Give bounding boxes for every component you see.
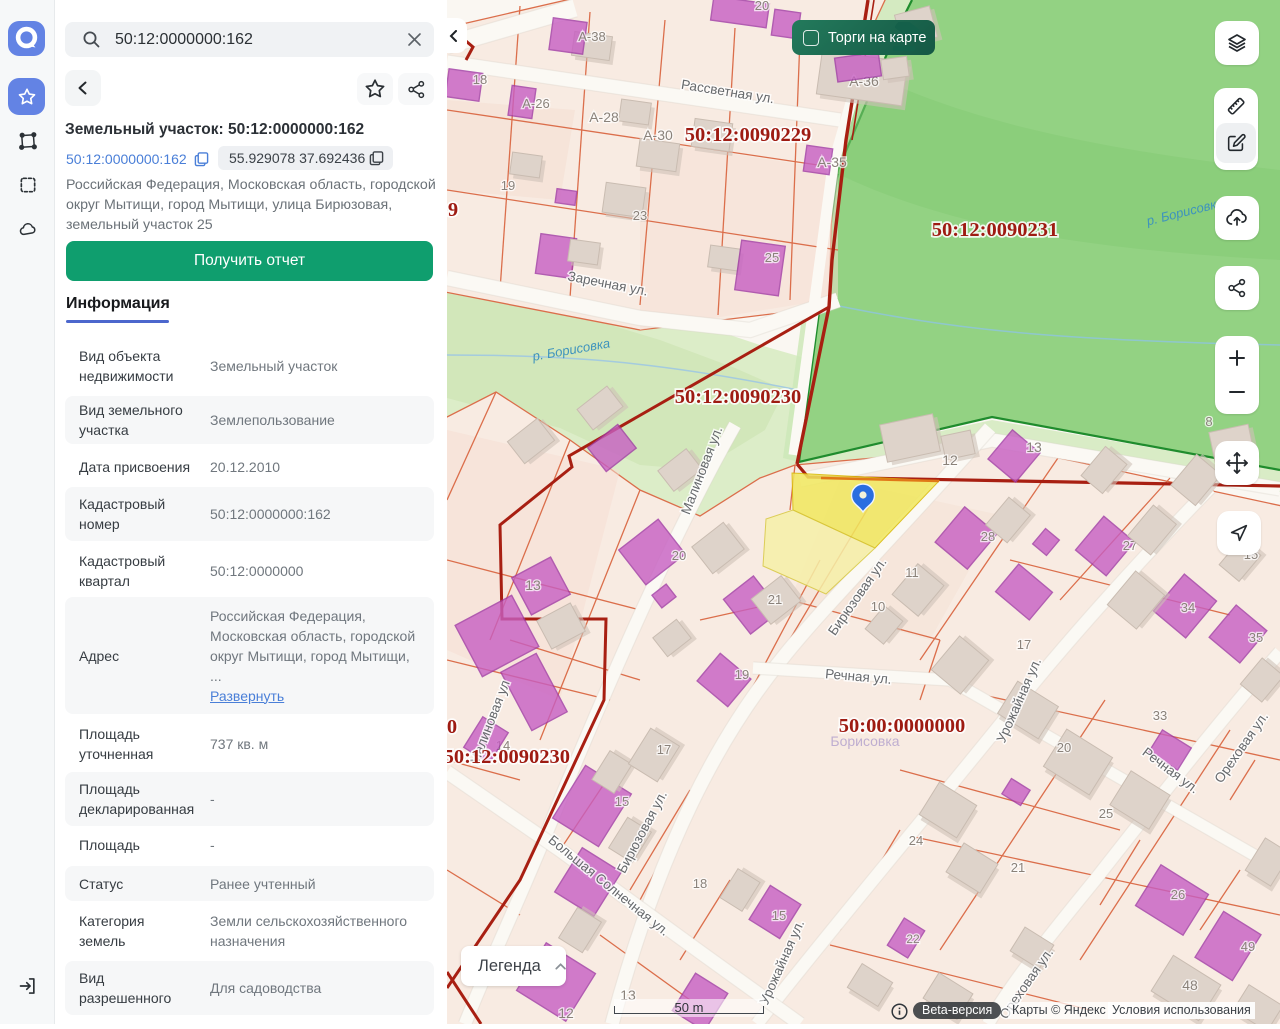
svg-text:15: 15 [615, 794, 629, 809]
svg-text:19: 19 [501, 178, 515, 193]
svg-text:50:12:0090231: 50:12:0090231 [932, 219, 1058, 241]
svg-text:19: 19 [735, 667, 749, 682]
svg-text:13: 13 [1026, 439, 1042, 455]
svg-text:50:12:0090230: 50:12:0090230 [675, 386, 801, 408]
svg-text:50:12:0090229: 50:12:0090229 [685, 124, 811, 146]
svg-text:А-35: А-35 [817, 154, 847, 170]
svg-text:24: 24 [909, 833, 923, 848]
svg-text:0: 0 [447, 716, 457, 738]
svg-text:А-28: А-28 [589, 109, 619, 125]
svg-text:26: 26 [1171, 887, 1185, 902]
svg-text:25: 25 [1099, 806, 1113, 821]
svg-text:А-30: А-30 [643, 127, 673, 143]
svg-text:23: 23 [633, 208, 647, 223]
svg-text:9: 9 [448, 199, 458, 221]
svg-text:А-26: А-26 [522, 96, 549, 111]
svg-text:А-38: А-38 [578, 29, 605, 44]
svg-text:8: 8 [1205, 414, 1212, 429]
svg-text:21: 21 [1011, 860, 1025, 875]
svg-text:34: 34 [1181, 600, 1195, 615]
svg-text:17: 17 [657, 742, 671, 757]
svg-text:12: 12 [558, 1005, 574, 1021]
svg-text:20: 20 [672, 548, 686, 563]
svg-text:33: 33 [1153, 708, 1167, 723]
svg-text:11: 11 [905, 565, 919, 580]
svg-text:20: 20 [1057, 740, 1071, 755]
svg-text:20: 20 [755, 0, 769, 13]
svg-text:10: 10 [871, 599, 885, 614]
svg-text:49: 49 [1241, 939, 1255, 954]
svg-text:18: 18 [693, 876, 707, 891]
svg-text:15: 15 [772, 908, 786, 923]
svg-text:13: 13 [525, 577, 541, 593]
svg-text:12: 12 [942, 452, 958, 468]
svg-text:48: 48 [1182, 977, 1198, 993]
svg-text:18: 18 [473, 72, 487, 87]
svg-text:17: 17 [1017, 637, 1031, 652]
svg-text:35: 35 [1249, 630, 1263, 645]
svg-text:50:12:0090230: 50:12:0090230 [447, 746, 570, 768]
svg-text:22: 22 [906, 932, 920, 946]
svg-text:50:00:0000000: 50:00:0000000 [839, 715, 965, 737]
svg-text:21: 21 [768, 592, 782, 607]
svg-text:25: 25 [765, 250, 779, 265]
